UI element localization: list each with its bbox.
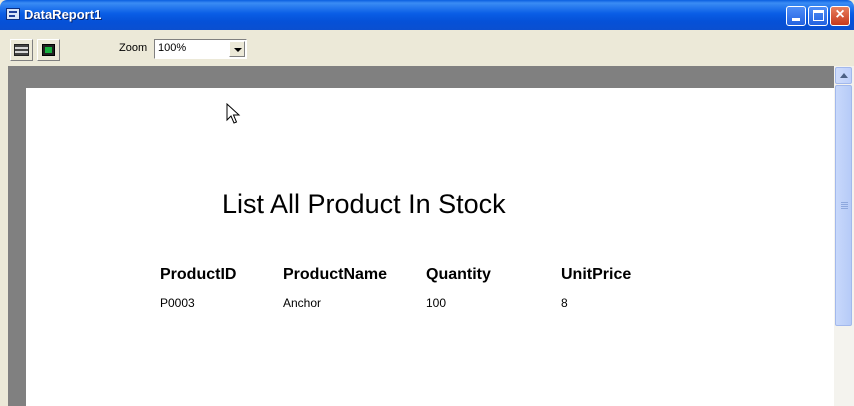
window-title: DataReport1: [24, 7, 102, 22]
chevron-down-icon[interactable]: [229, 41, 245, 57]
print-button[interactable]: [10, 39, 33, 61]
scroll-up-button[interactable]: [835, 67, 852, 84]
report-page: List All Product In Stock ProductID Prod…: [26, 88, 834, 406]
minimize-icon: [792, 18, 800, 21]
zoom-select[interactable]: 100%: [154, 39, 247, 59]
vertical-scrollbar[interactable]: [834, 66, 854, 406]
report-window: DataReport1 × Zoom 100% List All Product…: [0, 0, 854, 406]
grip-icon: [841, 202, 848, 209]
cell-unitprice: 8: [561, 296, 568, 310]
maximize-button[interactable]: [808, 6, 828, 26]
column-header-productname: ProductName: [283, 266, 388, 283]
maximize-icon: [813, 10, 824, 21]
title-bar[interactable]: DataReport1 ×: [0, 0, 854, 30]
scroll-thumb[interactable]: [835, 85, 852, 326]
report-toolbar: Zoom 100%: [0, 30, 854, 63]
app-icon[interactable]: [6, 8, 20, 20]
minimize-button[interactable]: [786, 6, 806, 26]
export-button[interactable]: [37, 39, 60, 61]
cell-productid: P0003: [160, 296, 195, 310]
mouse-cursor-icon: [226, 103, 241, 124]
column-header-productid: ProductID: [160, 266, 237, 283]
column-header-quantity: Quantity: [426, 266, 491, 283]
column-header-unitprice: UnitPrice: [561, 266, 632, 283]
printer-icon: [14, 44, 29, 56]
zoom-label: Zoom: [119, 42, 148, 54]
zoom-value: 100%: [158, 42, 187, 54]
report-title: List All Product In Stock: [222, 189, 506, 219]
close-icon: ×: [835, 6, 845, 23]
export-icon: [42, 44, 55, 56]
cell-productname: Anchor: [283, 296, 322, 310]
report-viewport: List All Product In Stock ProductID Prod…: [8, 66, 834, 406]
close-button[interactable]: ×: [830, 6, 850, 26]
cell-quantity: 100: [426, 296, 447, 310]
